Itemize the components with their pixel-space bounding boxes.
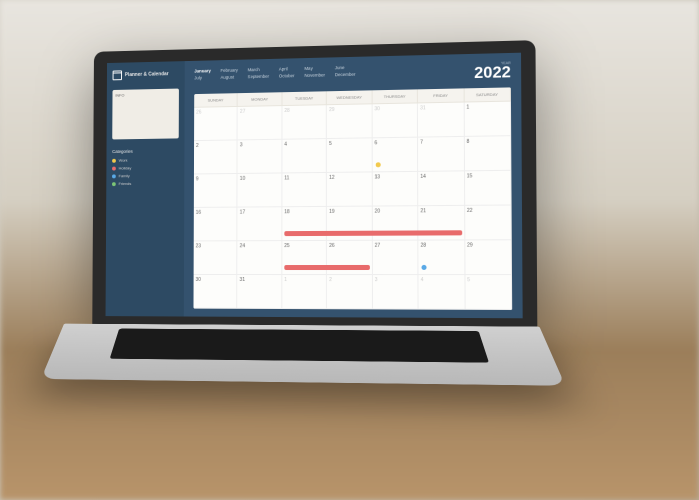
- event-bar[interactable]: [417, 230, 461, 235]
- day-cell[interactable]: 26: [327, 241, 372, 275]
- day-cell[interactable]: 3: [372, 275, 418, 310]
- day-cell[interactable]: 30: [372, 103, 418, 138]
- day-cell[interactable]: 25: [282, 241, 327, 275]
- categories-heading: Categories: [112, 148, 179, 154]
- laptop-keyboard: [40, 324, 565, 386]
- event-bar[interactable]: [284, 265, 327, 270]
- day-cell[interactable]: 24: [237, 241, 282, 275]
- day-cell[interactable]: 14: [418, 171, 464, 206]
- category-color-dot: [112, 158, 116, 162]
- day-cell[interactable]: 20: [372, 206, 418, 241]
- day-cell[interactable]: 5: [327, 138, 372, 173]
- day-cell[interactable]: 22: [464, 205, 511, 240]
- day-cell[interactable]: 28: [282, 105, 327, 140]
- month-tab[interactable]: December: [334, 72, 355, 77]
- main-panel: January February March April May June July Augu…: [183, 53, 522, 319]
- info-panel: INFO: [112, 89, 179, 140]
- laptop-mockup: Planner & Calendar INFO Categories Work H…: [91, 40, 539, 420]
- app-title-text: Planner & Calendar: [124, 71, 168, 78]
- day-cell[interactable]: 27: [237, 106, 281, 140]
- event-dot[interactable]: [375, 162, 380, 167]
- day-cell[interactable]: 28: [418, 240, 465, 275]
- month-tab[interactable]: April: [278, 66, 294, 71]
- day-cell[interactable]: 1: [464, 102, 511, 137]
- day-cell[interactable]: 31: [418, 103, 464, 138]
- day-cell[interactable]: 7: [418, 137, 464, 172]
- day-header: SATURDAY: [464, 87, 511, 102]
- day-cell[interactable]: 11: [282, 173, 327, 207]
- event-dot[interactable]: [421, 265, 426, 270]
- day-header: THURSDAY: [372, 89, 418, 104]
- day-cell[interactable]: 10: [237, 173, 281, 207]
- month-tab[interactable]: October: [278, 73, 294, 78]
- day-cell[interactable]: 29: [464, 240, 511, 275]
- app-title: Planner & Calendar: [112, 69, 178, 80]
- day-cell[interactable]: 18: [282, 207, 327, 241]
- day-header: MONDAY: [238, 92, 282, 107]
- year-block: YEAR 2022: [474, 61, 511, 82]
- day-cell[interactable]: 2: [193, 140, 237, 174]
- month-tab[interactable]: August: [220, 74, 237, 79]
- category-item[interactable]: Holiday: [112, 165, 179, 171]
- app-screen: Planner & Calendar INFO Categories Work H…: [105, 53, 522, 319]
- category-label: Friends: [118, 181, 131, 186]
- day-cell[interactable]: 3: [237, 140, 281, 174]
- day-cell[interactable]: 1: [282, 275, 327, 309]
- event-bar[interactable]: [284, 231, 327, 236]
- day-cell[interactable]: 8: [464, 136, 511, 171]
- calendar-header: January February March April May June July Augu…: [194, 61, 511, 88]
- event-bar[interactable]: [326, 231, 372, 236]
- day-cell[interactable]: 2: [327, 275, 373, 309]
- event-bar[interactable]: [371, 230, 418, 235]
- category-item[interactable]: Friends: [111, 181, 178, 187]
- day-cell[interactable]: 9: [193, 174, 237, 208]
- category-color-dot: [112, 174, 116, 178]
- calendar-grid: SUNDAYMONDAYTUESDAYWEDNESDAYTHURSDAYFRID…: [193, 87, 512, 310]
- day-cell[interactable]: 15: [464, 171, 511, 206]
- categories-list: Work Holiday Family Friends: [111, 157, 178, 186]
- month-tab[interactable]: February: [220, 68, 237, 73]
- day-cell[interactable]: 13: [372, 172, 418, 207]
- day-header: FRIDAY: [418, 88, 464, 103]
- year-value[interactable]: 2022: [474, 65, 511, 82]
- sidebar: Planner & Calendar INFO Categories Work H…: [105, 61, 184, 316]
- category-item[interactable]: Family: [112, 173, 179, 179]
- category-label: Work: [118, 158, 127, 163]
- month-selector: January February March April May June July Augu…: [194, 65, 355, 81]
- category-color-dot: [112, 166, 116, 170]
- day-cell[interactable]: 4: [282, 139, 327, 173]
- month-tab[interactable]: March: [247, 67, 268, 72]
- day-cell[interactable]: 16: [193, 208, 237, 242]
- day-cell[interactable]: 30: [193, 275, 237, 309]
- month-tab[interactable]: January: [194, 68, 211, 73]
- day-header: TUESDAY: [282, 91, 327, 106]
- day-cell[interactable]: 19: [327, 207, 372, 241]
- month-tab[interactable]: July: [194, 75, 211, 80]
- day-header: WEDNESDAY: [327, 90, 372, 105]
- day-cell[interactable]: 21: [418, 206, 465, 241]
- event-bar[interactable]: [326, 265, 369, 270]
- month-tab[interactable]: November: [304, 72, 324, 77]
- day-cell[interactable]: 31: [237, 275, 282, 309]
- category-color-dot: [111, 182, 115, 186]
- day-cell[interactable]: 29: [327, 104, 372, 139]
- day-header: SUNDAY: [194, 93, 238, 108]
- day-cell[interactable]: 26: [194, 107, 238, 141]
- screen-bezel: Planner & Calendar INFO Categories Work H…: [92, 40, 537, 329]
- month-tab[interactable]: June: [334, 65, 355, 70]
- day-cell[interactable]: 6: [372, 138, 418, 173]
- day-cell[interactable]: 23: [193, 241, 237, 275]
- day-cell[interactable]: 5: [465, 275, 512, 310]
- category-label: Holiday: [118, 165, 131, 170]
- day-cell[interactable]: 4: [418, 275, 465, 310]
- month-tab[interactable]: May: [304, 66, 324, 71]
- day-cell[interactable]: 27: [372, 241, 418, 275]
- day-cell[interactable]: 12: [327, 172, 372, 206]
- info-label: INFO: [115, 92, 176, 98]
- category-label: Family: [118, 173, 129, 178]
- day-cell[interactable]: 17: [237, 207, 281, 241]
- calendar-icon: [112, 70, 121, 80]
- month-tab[interactable]: September: [247, 74, 268, 79]
- category-item[interactable]: Work: [112, 157, 179, 163]
